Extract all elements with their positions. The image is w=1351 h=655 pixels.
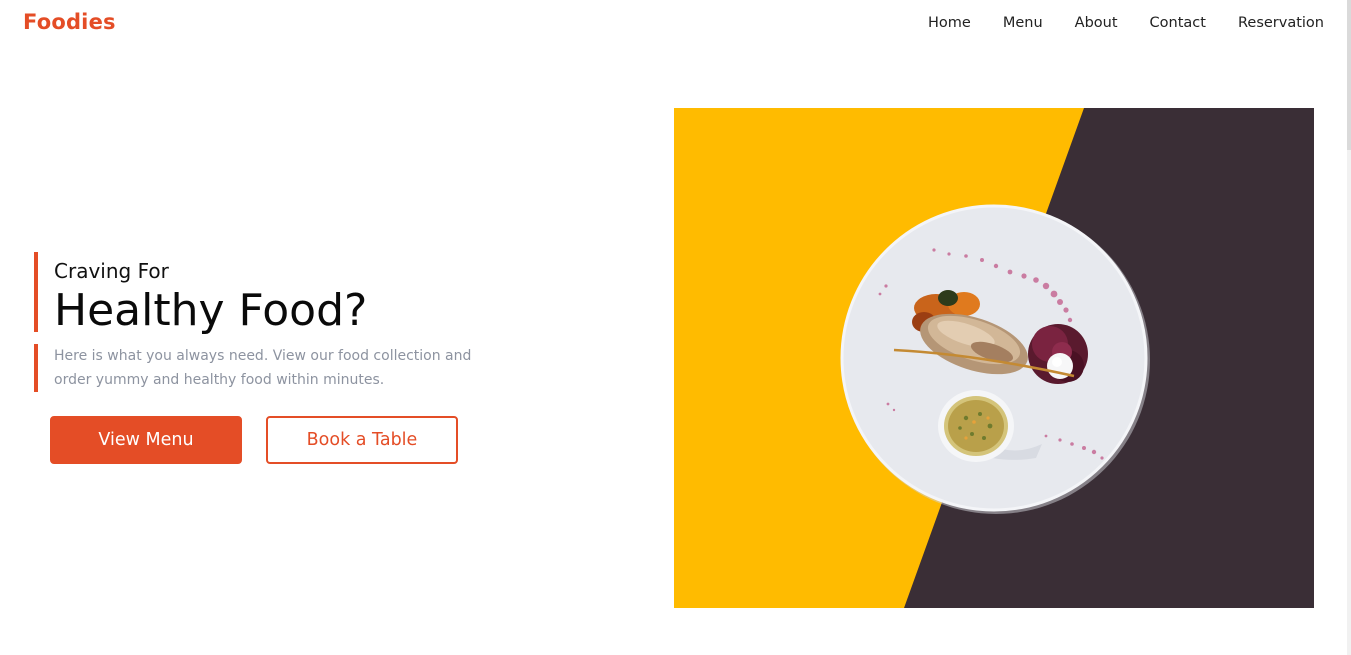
nav-item-contact[interactable]: Contact [1150,15,1206,31]
hero-description-block: Here is what you always need. View our f… [34,344,514,392]
nav-item-home[interactable]: Home [928,15,971,31]
book-table-button[interactable]: Book a Table [266,416,458,464]
nav-item-menu[interactable]: Menu [1003,15,1043,31]
plated-food-image [674,108,1314,608]
site-header: Foodies Home Menu About Contact Reservat… [0,0,1351,50]
scrollbar-thumb[interactable] [1347,0,1351,150]
hero-buttons: View Menu Book a Table [50,416,458,464]
hero-text: Craving For Healthy Food? Here is what y… [34,252,514,392]
beet-salad [1028,324,1088,384]
hero-title: Healthy Food? [54,285,368,336]
view-menu-button[interactable]: View Menu [50,416,242,464]
hero-description: Here is what you always need. View our f… [54,348,472,388]
page: Foodies Home Menu About Contact Reservat… [0,0,1351,655]
hero-subtitle: Craving For [54,259,169,283]
main-nav: Home Menu About Contact Reservation [896,15,1324,31]
hero-title-block: Craving For Healthy Food? [34,252,514,336]
nav-item-reservation[interactable]: Reservation [1238,15,1324,31]
nav-item-about[interactable]: About [1075,15,1118,31]
brand-logo[interactable]: Foodies [23,10,116,34]
page-scrollbar[interactable] [1347,0,1351,655]
